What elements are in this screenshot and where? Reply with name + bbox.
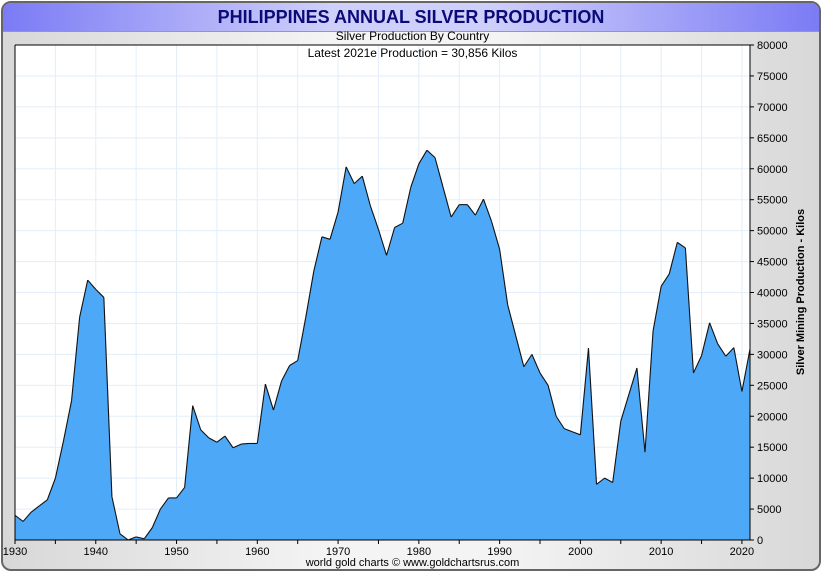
y-tick-label: 35000 (757, 318, 788, 330)
y-tick-label: 65000 (757, 133, 788, 145)
y-tick-label: 70000 (757, 102, 788, 114)
y-tick-label: 0 (757, 535, 763, 547)
series-segment (241, 442, 250, 445)
y-tick-label: 20000 (757, 411, 788, 423)
y-axis-label: Silver Mining Production - Kilos (795, 209, 807, 375)
y-tick-label: 55000 (757, 195, 788, 207)
y-tick-label: 10000 (757, 473, 788, 485)
chart-annotation: Latest 2021e Production = 30,856 Kilos (307, 46, 518, 60)
y-tick-label: 15000 (757, 442, 788, 454)
y-tick-label: 50000 (757, 226, 788, 238)
y-tick-label: 75000 (757, 71, 788, 83)
y-tick-label: 60000 (757, 164, 788, 176)
y-tick-label: 30000 (757, 349, 788, 361)
y-tick-label: 45000 (757, 257, 788, 269)
chart-footer: world gold charts © www.goldchartsrus.co… (305, 557, 520, 569)
y-tick-label: 40000 (757, 288, 788, 300)
y-tick-label: 5000 (757, 504, 781, 516)
chart-plot: 1930 1940 1950 1960 1970 1980 1990 2000 2010 2020… (3, 40, 807, 558)
y-tick-label: 25000 (757, 380, 788, 392)
